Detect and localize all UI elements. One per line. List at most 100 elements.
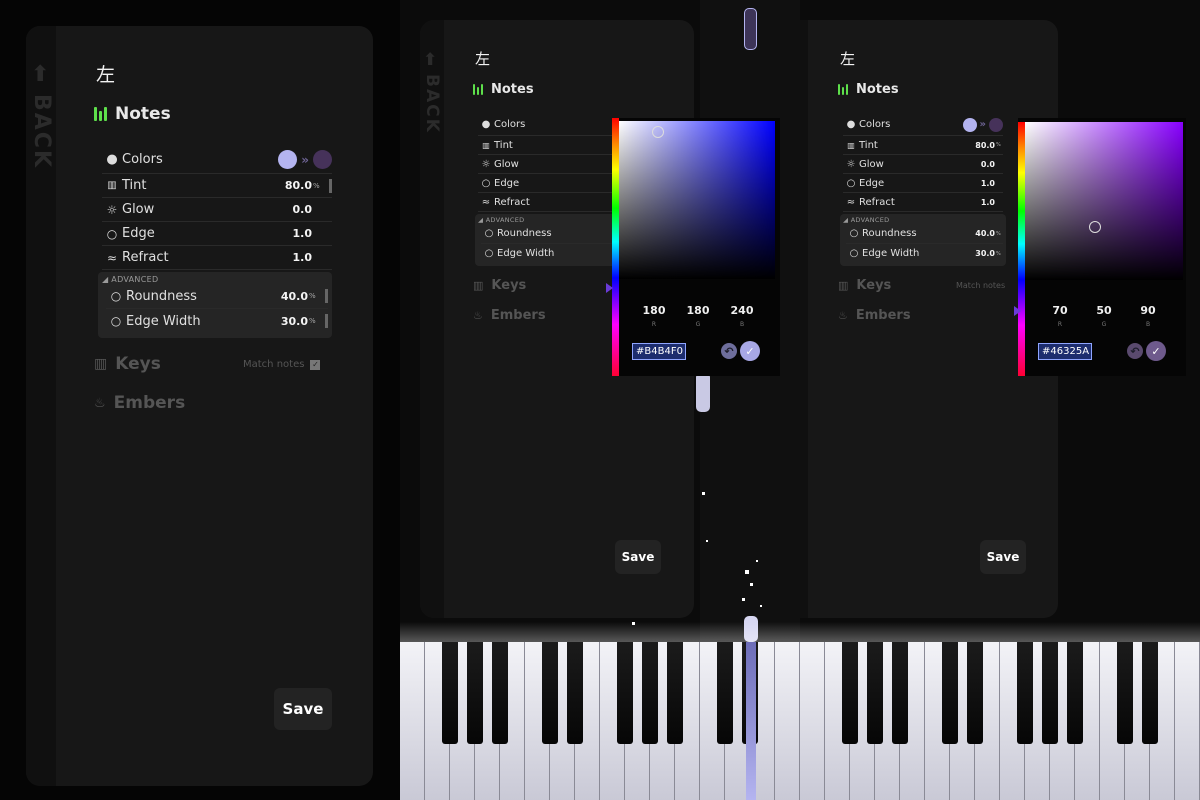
embers-section-header[interactable]: ♨ Embers [473,308,546,323]
hue-slider[interactable] [1018,122,1025,376]
blue-channel[interactable]: 90 B [1126,304,1170,328]
black-key[interactable] [442,642,458,744]
black-key[interactable] [942,642,958,744]
edge-width-value[interactable]: 30.0 [281,315,308,328]
edge-value[interactable]: 1.0 [293,227,313,240]
color-knob[interactable] [652,126,664,138]
tint-value[interactable]: 80.0 [285,179,312,192]
refract-row[interactable]: ≈ Refract 1.0 [843,193,1003,212]
match-notes-checkbox[interactable]: ✓ [310,359,321,370]
white-key[interactable] [800,642,825,800]
save-button[interactable]: Save [980,540,1026,574]
match-notes-label: Match notes [243,359,305,370]
keys-section-header[interactable]: ▥ Keys [94,354,161,374]
red-channel[interactable]: 70 R [1038,304,1082,328]
black-key[interactable] [567,642,583,744]
glow-value[interactable]: 0.0 [293,203,313,216]
back-arrow-icon: ⬆ [31,62,50,87]
glow-row[interactable]: ☼ Glow 0.0 [102,198,332,222]
roundness-row[interactable]: ○ Roundness 40.0 % [106,284,328,309]
black-key[interactable] [467,642,483,744]
color-swatch-to[interactable] [313,150,332,169]
hue-marker[interactable] [606,283,613,293]
black-key[interactable] [967,642,983,744]
glow-icon: ☼ [846,158,856,170]
settings-card: ⬆ BACK 左 Notes ● Colors » ▥ Tint 80.0 % [26,26,373,786]
notes-section-header[interactable]: Notes [838,82,899,97]
back-strip[interactable] [800,20,808,618]
tint-slider-handle[interactable] [329,178,332,193]
green-channel[interactable]: 50 G [1082,304,1126,328]
color-knob[interactable] [1089,221,1101,233]
white-key[interactable] [775,642,800,800]
undo-icon[interactable]: ↶ [721,343,737,359]
black-key[interactable] [867,642,883,744]
advanced-toggle[interactable]: ◢ ADVANCED [98,272,332,284]
white-key[interactable] [400,642,425,800]
hex-input[interactable]: #46325A [1038,343,1092,360]
embers-section-header[interactable]: ♨ Embers [838,308,911,323]
black-key[interactable] [1017,642,1033,744]
green-channel[interactable]: 180 G [676,304,720,328]
notes-settings-list: ● Colors » ▥ Tint 80.0 % ☼ Glow 0.0 ○ Ed… [843,114,1003,212]
notes-section-header[interactable]: Notes [94,104,171,124]
black-key[interactable] [492,642,508,744]
black-key[interactable] [1117,642,1133,744]
black-key[interactable] [1067,642,1083,744]
black-key[interactable] [1142,642,1158,744]
blue-channel[interactable]: 240 B [720,304,764,328]
edge-width-row[interactable]: ○ Edge Width 30.0 % [106,309,328,333]
back-arrow-icon: ⬆ [423,50,438,70]
saturation-value-area[interactable] [1025,122,1183,280]
check-icon[interactable]: ✓ [1146,341,1166,361]
hue-slider[interactable] [612,118,619,376]
back-strip[interactable]: ⬆ BACK [420,20,444,618]
colors-row[interactable]: ● Colors » [843,114,1003,136]
black-key[interactable] [717,642,733,744]
color-swatch-from[interactable] [278,150,298,169]
tint-row[interactable]: ▥ Tint 80.0 % [102,174,332,198]
black-key[interactable] [667,642,683,744]
keys-section-header[interactable]: ▥ Keys [838,278,891,293]
black-key[interactable] [1042,642,1058,744]
black-key[interactable] [617,642,633,744]
black-key[interactable] [842,642,858,744]
tint-row[interactable]: ▥ Tint 80.0 % [843,136,1003,155]
glow-row[interactable]: ☼ Glow 0.0 [843,155,1003,174]
roundness-value[interactable]: 40.0 [281,290,308,303]
match-notes-option[interactable]: Match notes [956,281,1005,290]
undo-icon[interactable]: ↶ [1127,343,1143,359]
color-swatch-from[interactable] [962,117,977,132]
check-icon[interactable]: ✓ [740,341,760,361]
tint-icon: ▥ [482,140,490,150]
edge-row[interactable]: ○ Edge 1.0 [102,222,332,246]
save-button[interactable]: Save [274,688,332,730]
black-key[interactable] [642,642,658,744]
palette-icon: ● [481,119,491,130]
roundness-row[interactable]: ○ Roundness 40.0 % [846,224,1003,244]
advanced-toggle[interactable]: ◢ ADVANCED [840,214,1006,224]
embers-section-header[interactable]: ♨ Embers [94,393,185,413]
hex-input[interactable]: #B4B4F0 [632,343,686,360]
save-button[interactable]: Save [615,540,661,574]
colors-row[interactable]: ● Colors » [102,146,332,174]
keys-section-header[interactable]: ▥ Keys [473,278,526,293]
black-key[interactable] [542,642,558,744]
saturation-value-area[interactable] [619,121,775,279]
black-key[interactable] [892,642,908,744]
edge-row[interactable]: ○ Edge 1.0 [843,174,1003,193]
edge-width-row[interactable]: ○ Edge Width 30.0 % [846,244,1003,263]
back-strip[interactable]: ⬆ BACK [26,26,56,786]
refract-value[interactable]: 1.0 [293,251,313,264]
notes-section-header[interactable]: Notes [473,82,534,97]
edge-width-slider-handle[interactable] [325,314,328,328]
match-notes-option[interactable]: Match notes ✓ [243,359,321,370]
settings-pane-2: ⬆ BACK 左 Notes ● Colors ▥ Tint ☼ Glow ○ [400,0,800,800]
white-key[interactable] [1175,642,1200,800]
red-channel[interactable]: 180 R [632,304,676,328]
color-swatch-to[interactable] [989,117,1003,132]
hue-marker[interactable] [1014,306,1021,316]
edge-label: Edge [122,226,155,241]
refract-row[interactable]: ≈ Refract 1.0 [102,246,332,270]
roundness-slider-handle[interactable] [325,289,328,303]
